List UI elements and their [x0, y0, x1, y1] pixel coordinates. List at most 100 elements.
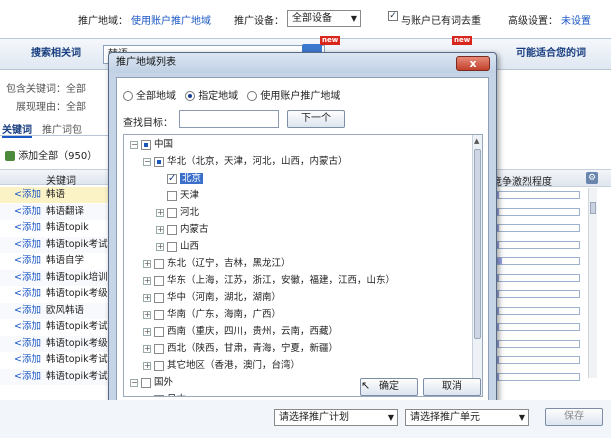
add-keyword-link[interactable]: <添加 — [14, 321, 41, 332]
expand-toggle-icon[interactable]: + — [143, 327, 151, 336]
add-keyword-link[interactable]: <添加 — [14, 255, 41, 266]
radio-specified-regions[interactable]: 指定地域 — [185, 91, 238, 102]
region-link[interactable]: 使用账户推广地域 — [131, 12, 211, 27]
expand-toggle-icon[interactable]: + — [156, 208, 164, 217]
add-keyword-link[interactable]: <添加 — [14, 371, 41, 382]
region-checkbox[interactable] — [154, 292, 164, 303]
region-checkbox[interactable] — [154, 258, 164, 269]
device-select[interactable]: 全部设备 ▼ — [287, 10, 361, 27]
keyword-row[interactable]: <添加 韩语topik考试 — [0, 319, 112, 335]
keyword-text: 欧风韩语 — [45, 304, 84, 316]
tree-node[interactable]: + 华东（上海，江苏，浙江，安徽，福建，江西，山东） — [143, 274, 395, 288]
add-keyword-link[interactable]: <添加 — [14, 354, 41, 365]
region-checkbox[interactable] — [167, 190, 177, 201]
expand-toggle-icon[interactable]: + — [156, 242, 164, 251]
tree-scroll-thumb[interactable] — [474, 149, 481, 339]
region-checkbox[interactable] — [154, 326, 164, 337]
radio-all-regions[interactable]: 全部地域 — [123, 91, 176, 102]
keyword-row[interactable]: <添加 韩语topik考级 — [0, 286, 112, 302]
reason-value[interactable]: 全部 — [66, 102, 86, 113]
region-label: 推广地域： — [78, 16, 128, 27]
expand-toggle-icon[interactable]: + — [143, 293, 151, 302]
radio-account-regions[interactable]: 使用账户推广地域 — [247, 91, 340, 102]
scroll-thumb[interactable] — [590, 202, 596, 214]
expand-toggle-icon[interactable]: + — [143, 276, 151, 285]
unit-select[interactable]: 请选择推广单元 ▼ — [405, 409, 529, 426]
tree-node[interactable]: + 河北 — [156, 206, 199, 220]
keyword-row[interactable]: <添加 韩语翻译 — [0, 203, 112, 220]
region-checkbox[interactable] — [167, 172, 177, 186]
add-keyword-link[interactable]: <添加 — [14, 305, 41, 316]
expand-toggle-icon[interactable]: + — [143, 310, 151, 319]
expand-toggle-icon[interactable]: − — [143, 157, 151, 166]
tree-node[interactable]: + 西南（重庆，四川，贵州，云南，西藏） — [143, 325, 338, 339]
keyword-row[interactable]: <添加 韩语 — [0, 187, 112, 203]
tree-node[interactable]: 日本 — [143, 393, 186, 396]
tab-keywords[interactable]: 关键词 — [2, 121, 32, 138]
add-keyword-link[interactable]: <添加 — [14, 189, 41, 200]
region-checkbox[interactable] — [154, 156, 164, 167]
dedupe-checkbox[interactable]: ✓ — [388, 11, 398, 22]
add-keyword-link[interactable]: <添加 — [14, 338, 41, 349]
region-checkbox[interactable] — [154, 309, 164, 320]
expand-toggle-icon[interactable]: − — [130, 378, 138, 387]
region-tree: −中国 −华北（北京，天津，河北，山西，内蒙古） 北京天津 +河北 +内蒙古 +山西 +东北… — [123, 134, 483, 397]
region-checkbox[interactable] — [167, 207, 177, 218]
add-keyword-link[interactable]: <添加 — [14, 206, 41, 217]
tab-search-related[interactable]: 搜索相关词 — [0, 39, 112, 69]
tree-node[interactable]: + 东北（辽宁，吉林，黑龙江） — [143, 257, 291, 271]
results-scrollbar[interactable] — [588, 188, 597, 378]
tree-node[interactable]: + 华南（广东，海南，广西） — [143, 308, 281, 322]
region-checkbox[interactable] — [154, 343, 164, 354]
keyword-row[interactable]: <添加 韩语topik考试 — [0, 236, 112, 253]
region-checkbox[interactable] — [167, 241, 177, 252]
expand-toggle-icon[interactable]: + — [143, 344, 151, 353]
region-checkbox[interactable] — [141, 377, 151, 388]
keyword-row[interactable]: <添加 韩语topik考试 — [0, 368, 112, 385]
expand-toggle-icon[interactable]: + — [143, 361, 151, 370]
add-all-button[interactable]: 添加全部（950） — [5, 147, 97, 162]
add-keyword-link[interactable]: <添加 — [14, 288, 41, 299]
keyword-row[interactable]: <添加 韩语topik培训 — [0, 269, 112, 286]
keyword-row[interactable]: <添加 韩语自学 — [0, 253, 112, 269]
region-checkbox[interactable] — [167, 224, 177, 235]
region-checkbox[interactable] — [141, 139, 151, 150]
scroll-up-icon[interactable]: ▲ — [474, 137, 479, 145]
save-button[interactable]: 保存 — [545, 408, 603, 426]
keyword-text: 韩语topik考试 — [45, 321, 108, 332]
tree-node[interactable]: 北京 — [156, 172, 204, 186]
add-keyword-link[interactable]: <添加 — [14, 239, 41, 250]
tree-node[interactable]: 天津 — [156, 189, 199, 203]
tree-node[interactable]: + 山西 — [156, 240, 199, 254]
expand-toggle-icon[interactable]: + — [143, 259, 151, 268]
find-target-input[interactable] — [179, 110, 279, 128]
plan-select[interactable]: 请选择推广计划 ▼ — [274, 409, 398, 426]
cancel-button[interactable]: 取消 — [423, 378, 481, 396]
add-keyword-link[interactable]: <添加 — [14, 222, 41, 233]
tree-node[interactable]: − 国外 — [130, 376, 173, 390]
tree-node[interactable]: + 其它地区（香港，澳门，台湾） — [143, 359, 300, 373]
advanced-link[interactable]: 未设置 — [561, 12, 591, 27]
keyword-row[interactable]: <添加 韩语topik — [0, 220, 112, 236]
next-button[interactable]: 下一个 — [287, 110, 345, 128]
include-value[interactable]: 全部 — [66, 84, 86, 95]
region-checkbox[interactable] — [154, 275, 164, 286]
close-icon[interactable]: x — [456, 56, 490, 71]
tab-suggest[interactable]: 可能适合您的词 — [496, 39, 606, 69]
tree-node[interactable]: + 西北（陕西，甘肃，青海，宁夏，新疆） — [143, 342, 338, 356]
tree-scrollbar[interactable]: ▲ ▼ — [472, 135, 482, 396]
keyword-row[interactable]: <添加 韩语topik考试 — [0, 352, 112, 368]
tree-node[interactable]: − 中国 — [130, 138, 173, 152]
region-checkbox[interactable] — [154, 394, 164, 396]
keyword-row[interactable]: <添加 欧风韩语 — [0, 302, 112, 319]
expand-toggle-icon[interactable]: + — [156, 225, 164, 234]
region-checkbox[interactable] — [154, 360, 164, 371]
tree-node[interactable]: − 华北（北京，天津，河北，山西，内蒙古） — [143, 155, 348, 169]
gear-icon[interactable]: ⚙ — [586, 172, 598, 184]
keyword-row[interactable]: <添加 韩语topik考级 — [0, 335, 112, 352]
tab-keyword-package[interactable]: 推广词包 — [42, 121, 82, 136]
tree-node[interactable]: + 华中（河南，湖北，湖南） — [143, 291, 281, 305]
add-keyword-link[interactable]: <添加 — [14, 272, 41, 283]
expand-toggle-icon[interactable]: − — [130, 140, 138, 149]
tree-node[interactable]: + 内蒙古 — [156, 223, 209, 237]
